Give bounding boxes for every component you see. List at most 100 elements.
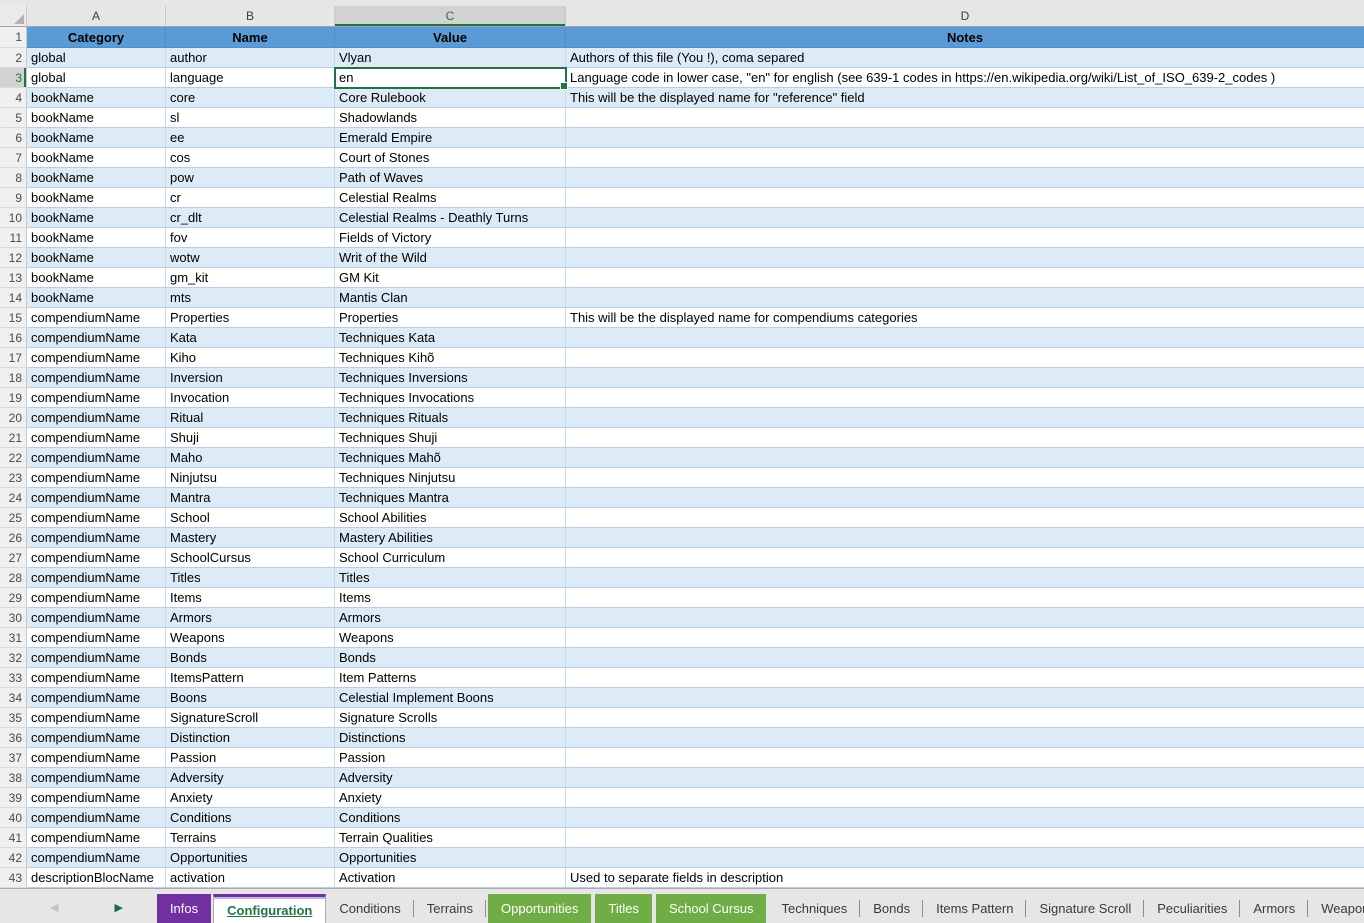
row-header[interactable]: 18	[0, 368, 27, 388]
cell-name[interactable]: Distinction	[166, 728, 335, 748]
cell-category[interactable]: compendiumName	[27, 548, 166, 568]
cell-name[interactable]: ee	[166, 128, 335, 148]
cell-name[interactable]: Conditions	[166, 808, 335, 828]
cell-name[interactable]: Mastery	[166, 528, 335, 548]
table-header-value[interactable]: Value	[335, 27, 566, 48]
cell-name[interactable]: cos	[166, 148, 335, 168]
cell-name[interactable]: sl	[166, 108, 335, 128]
cell-category[interactable]: bookName	[27, 248, 166, 268]
cell-category[interactable]: global	[27, 68, 166, 88]
cell-value[interactable]: Celestial Implement Boons	[335, 688, 566, 708]
row-header[interactable]: 15	[0, 308, 27, 328]
row-header[interactable]: 3	[0, 68, 27, 88]
cell-value[interactable]: Conditions	[335, 808, 566, 828]
cell-notes[interactable]	[566, 368, 1364, 388]
cell-value[interactable]: Weapons	[335, 628, 566, 648]
sheet-tab-items-pattern[interactable]: Items Pattern	[923, 894, 1026, 923]
cell-category[interactable]: compendiumName	[27, 428, 166, 448]
cell-name[interactable]: gm_kit	[166, 268, 335, 288]
sheet-tab-configuration[interactable]: Configuration	[213, 894, 326, 923]
cell-name[interactable]: Mantra	[166, 488, 335, 508]
cell-value[interactable]: Core Rulebook	[335, 88, 566, 108]
cell-value[interactable]: Writ of the Wild	[335, 248, 566, 268]
cell-value[interactable]: School Abilities	[335, 508, 566, 528]
cell-notes[interactable]	[566, 708, 1364, 728]
cell-category[interactable]: compendiumName	[27, 508, 166, 528]
cell-notes[interactable]	[566, 328, 1364, 348]
cell-notes[interactable]	[566, 568, 1364, 588]
cell-value[interactable]: Path of Waves	[335, 168, 566, 188]
sheet-tab-titles[interactable]: Titles	[595, 894, 652, 923]
row-header[interactable]: 22	[0, 448, 27, 468]
cell-notes[interactable]	[566, 528, 1364, 548]
sheet-tab-signature-scroll[interactable]: Signature Scroll	[1026, 894, 1144, 923]
row-header[interactable]: 29	[0, 588, 27, 608]
cell-notes[interactable]	[566, 108, 1364, 128]
cell-name[interactable]: Titles	[166, 568, 335, 588]
cell-notes[interactable]	[566, 228, 1364, 248]
cell-category[interactable]: bookName	[27, 208, 166, 228]
table-header-notes[interactable]: Notes	[566, 27, 1364, 48]
row-header[interactable]: 17	[0, 348, 27, 368]
cell-name[interactable]: Opportunities	[166, 848, 335, 868]
sheet-tab-opportunities[interactable]: Opportunities	[488, 894, 591, 923]
cell-notes[interactable]	[566, 388, 1364, 408]
row-header[interactable]: 10	[0, 208, 27, 228]
cell-category[interactable]: bookName	[27, 88, 166, 108]
cell-value[interactable]: Techniques Kihõ	[335, 348, 566, 368]
cell-notes[interactable]	[566, 468, 1364, 488]
cell-category[interactable]: compendiumName	[27, 328, 166, 348]
cell-value[interactable]: Celestial Realms	[335, 188, 566, 208]
cell-name[interactable]: School	[166, 508, 335, 528]
row-header[interactable]: 19	[0, 388, 27, 408]
cell-name[interactable]: Weapons	[166, 628, 335, 648]
cell-category[interactable]: bookName	[27, 148, 166, 168]
cell-value[interactable]: School Curriculum	[335, 548, 566, 568]
cell-value[interactable]: Properties	[335, 308, 566, 328]
cell-name[interactable]: Inversion	[166, 368, 335, 388]
cell-category[interactable]: bookName	[27, 168, 166, 188]
cell-name[interactable]: SchoolCursus	[166, 548, 335, 568]
cell-value[interactable]: Emerald Empire	[335, 128, 566, 148]
row-header[interactable]: 31	[0, 628, 27, 648]
cell-notes[interactable]	[566, 288, 1364, 308]
cell-category[interactable]: compendiumName	[27, 388, 166, 408]
cell-notes[interactable]	[566, 768, 1364, 788]
cell-name[interactable]: Invocation	[166, 388, 335, 408]
cell-category[interactable]: compendiumName	[27, 488, 166, 508]
cell-category[interactable]: compendiumName	[27, 648, 166, 668]
cell-value[interactable]: Passion	[335, 748, 566, 768]
cell-name[interactable]: Bonds	[166, 648, 335, 668]
cell-name[interactable]: Properties	[166, 308, 335, 328]
cell-name[interactable]: author	[166, 48, 335, 68]
cell-value[interactable]: Activation	[335, 868, 566, 888]
column-header-b[interactable]: B	[166, 6, 335, 27]
table-header-category[interactable]: Category	[27, 27, 166, 48]
cell-value[interactable]: Armors	[335, 608, 566, 628]
cell-notes[interactable]	[566, 748, 1364, 768]
cell-notes[interactable]	[566, 808, 1364, 828]
cell-name[interactable]: pow	[166, 168, 335, 188]
prev-sheet-icon[interactable]: ◀	[46, 903, 62, 914]
row-header[interactable]: 12	[0, 248, 27, 268]
cell-name[interactable]: Passion	[166, 748, 335, 768]
row-header[interactable]: 13	[0, 268, 27, 288]
row-header[interactable]: 39	[0, 788, 27, 808]
cell-value[interactable]: Vlyan	[335, 48, 566, 68]
cell-notes[interactable]	[566, 508, 1364, 528]
column-header-d[interactable]: D	[566, 6, 1364, 27]
sheet-tab-conditions[interactable]: Conditions	[326, 894, 413, 923]
sheet-tab-infos[interactable]: Infos	[157, 894, 211, 923]
cell-value[interactable]: Distinctions	[335, 728, 566, 748]
sheet-tab-weapons[interactable]: Weapons	[1308, 894, 1364, 923]
row-header[interactable]: 1	[0, 27, 27, 48]
row-header[interactable]: 35	[0, 708, 27, 728]
cell-name[interactable]: ItemsPattern	[166, 668, 335, 688]
cell-value[interactable]: Signature Scrolls	[335, 708, 566, 728]
cell-category[interactable]: compendiumName	[27, 308, 166, 328]
sheet-tab-school-cursus[interactable]: School Cursus	[656, 894, 767, 923]
cell-value[interactable]: Anxiety	[335, 788, 566, 808]
cell-value[interactable]: Techniques Kata	[335, 328, 566, 348]
cell-notes[interactable]	[566, 788, 1364, 808]
cell-name[interactable]: SignatureScroll	[166, 708, 335, 728]
